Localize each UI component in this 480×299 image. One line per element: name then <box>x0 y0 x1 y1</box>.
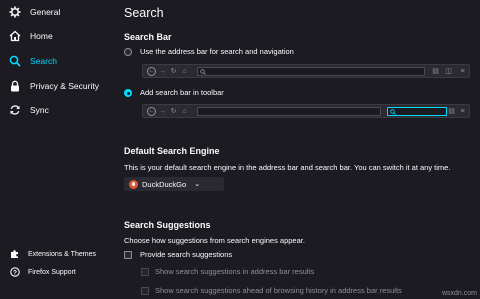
back-icon: ← <box>147 67 156 76</box>
lock-icon <box>8 79 22 93</box>
menu-icon: ≡ <box>460 68 465 75</box>
radio-use-address-bar[interactable] <box>124 48 132 56</box>
sidebar: General Home Search Privacy & Security S… <box>0 0 112 299</box>
search-icon <box>390 109 396 115</box>
svg-text:?: ? <box>13 269 17 276</box>
forward-icon: → <box>159 68 166 75</box>
search-bar-preview: ← → ↻ ⌂ ▤ ≡ <box>142 104 470 118</box>
default-search-engine-heading: Default Search Engine <box>124 146 220 156</box>
address-bar-suggestions-checkbox[interactable] <box>141 268 149 276</box>
watermark: wsxdn.com <box>441 290 477 297</box>
sidebar-item-label: Search <box>30 56 57 66</box>
url-bar-preview <box>197 67 425 76</box>
home-icon: ⌂ <box>182 68 187 75</box>
chevron-down-icon: ⌄ <box>194 181 201 188</box>
back-icon: ← <box>147 107 156 116</box>
main-content: Search Search Bar Use the address bar fo… <box>124 0 480 299</box>
sidebar-item-label: General <box>30 7 61 17</box>
sidebar-item-home[interactable]: Home <box>0 25 112 47</box>
sidebar-icon: ◫ <box>445 68 452 75</box>
reload-icon: ↻ <box>170 68 177 75</box>
selected-engine: DuckDuckGo <box>142 179 187 189</box>
sync-icon <box>8 103 22 117</box>
radio-label-address-bar: Use the address bar for search and navig… <box>140 47 294 56</box>
menu-icon: ≡ <box>460 108 465 115</box>
url-bar-preview <box>197 107 381 116</box>
sidebar-item-label: Sync <box>30 105 49 115</box>
sidebar-item-label: Firefox Support <box>28 268 76 276</box>
duckduckgo-logo-icon <box>129 179 138 189</box>
library-icon: ▤ <box>432 68 439 75</box>
address-bar-preview: ← → ↻ ⌂ ▤ ◫ ≡ <box>142 64 470 78</box>
radio-label-search-bar: Add search bar in toolbar <box>140 88 224 97</box>
search-suggestions-heading: Search Suggestions <box>124 220 211 230</box>
sidebar-item-privacy-security[interactable]: Privacy & Security <box>0 75 112 97</box>
help-icon: ? <box>10 267 20 277</box>
forward-icon: → <box>159 108 166 115</box>
library-icon: ▤ <box>448 108 455 115</box>
suggestions-ahead-checkbox[interactable] <box>141 287 149 295</box>
reload-icon: ↻ <box>170 108 177 115</box>
puzzle-icon <box>10 249 20 259</box>
page-title: Search <box>124 6 164 20</box>
sidebar-item-general[interactable]: General <box>0 1 112 23</box>
address-bar-suggestions-label: Show search suggestions in address bar r… <box>155 267 315 276</box>
search-bar-heading: Search Bar <box>124 32 172 42</box>
sidebar-item-search[interactable]: Search <box>0 50 112 72</box>
radio-add-search-bar[interactable] <box>124 89 132 97</box>
sidebar-item-sync[interactable]: Sync <box>0 99 112 121</box>
sidebar-item-label: Extensions & Themes <box>28 250 96 258</box>
sidebar-item-label: Privacy & Security <box>30 81 99 91</box>
search-bar-highlight <box>387 107 447 116</box>
suggestions-description: Choose how suggestions from search engin… <box>124 236 305 245</box>
provide-suggestions-checkbox[interactable] <box>124 251 132 259</box>
suggestions-ahead-label: Show search suggestions ahead of browsin… <box>155 286 402 295</box>
search-icon <box>8 54 22 68</box>
sidebar-item-label: Home <box>30 31 53 41</box>
home-icon <box>8 29 22 43</box>
home-icon: ⌂ <box>182 108 187 115</box>
provide-suggestions-label: Provide search suggestions <box>140 250 233 259</box>
search-engine-dropdown[interactable]: DuckDuckGo ⌄ <box>124 177 224 191</box>
search-icon <box>200 69 206 75</box>
sidebar-item-firefox-support[interactable]: ? Firefox Support <box>0 261 112 283</box>
gear-icon <box>8 5 22 19</box>
default-engine-description: This is your default search engine in th… <box>124 163 451 172</box>
